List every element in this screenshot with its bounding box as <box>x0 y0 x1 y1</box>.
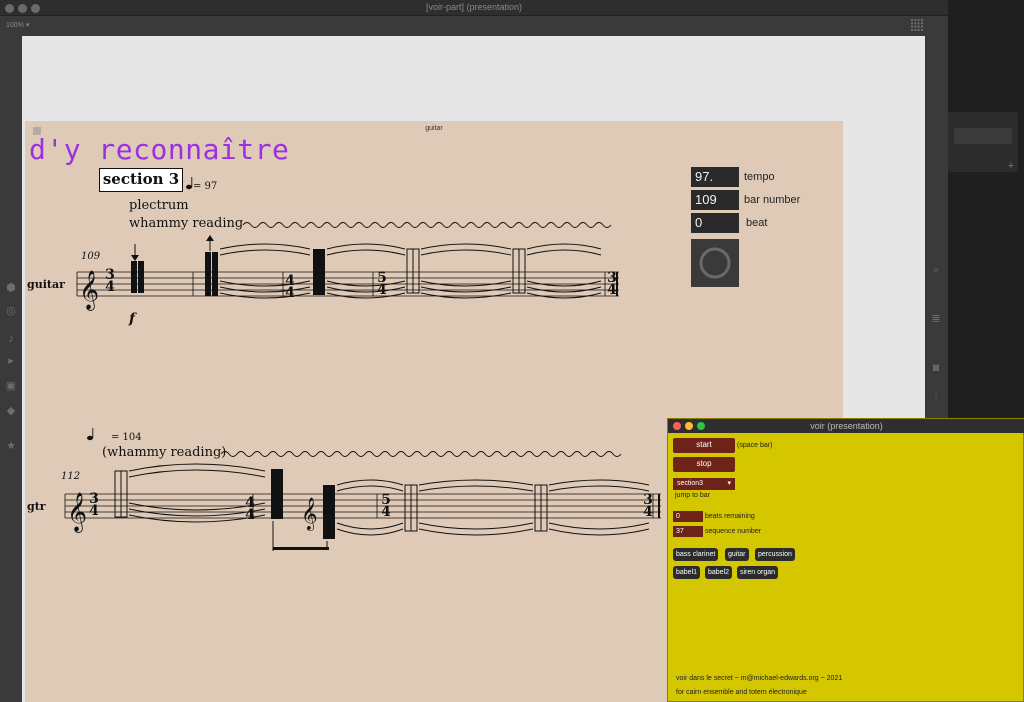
star-icon[interactable]: ★ <box>5 440 17 452</box>
beat-display: 0 <box>691 213 739 233</box>
beats-remaining-display: 0 <box>673 511 703 522</box>
mixer-icon[interactable]: ⫶ <box>930 390 942 402</box>
start-button[interactable]: start <box>673 438 735 453</box>
whammy-wave-2 <box>220 451 622 457</box>
whammy-wave-1 <box>242 222 612 228</box>
bar-number-display: 109 <box>691 190 739 210</box>
part-button-babel1[interactable]: babel1 <box>673 566 701 579</box>
credit-line: voir dans le secret ~ m@michael-edwards.… <box>676 675 843 682</box>
jump-to-bar-label: jump to bar <box>675 492 711 499</box>
stop-button[interactable]: stop <box>673 457 735 472</box>
target-icon[interactable]: ◎ <box>5 305 17 317</box>
treble-clef-icon: 𝄞 <box>79 270 99 311</box>
beats-remaining-label: beats remaining <box>705 513 755 520</box>
treble-clef-icon: 𝄞 <box>301 497 318 531</box>
package-icon[interactable]: ◆ <box>5 405 17 417</box>
object-icon[interactable]: ⬢ <box>5 282 17 294</box>
tempo-mark: = 104 <box>111 432 142 443</box>
time-signature: 34 <box>643 492 653 520</box>
time-signature: 34 <box>89 491 99 519</box>
tempo-display: 97. <box>691 167 739 187</box>
tempo-note-icon <box>186 177 193 190</box>
technique-text: (whammy reading) <box>102 445 227 460</box>
time-signature: 54 <box>377 270 387 298</box>
part-button-percussion[interactable]: percussion <box>755 548 795 561</box>
instrument-name: guitar <box>27 278 65 291</box>
staff-1 <box>76 271 619 297</box>
zoom-menu[interactable]: 100% ▾ <box>6 21 29 29</box>
camera-icon[interactable]: ◙ <box>930 362 942 374</box>
part-button-siren-organ[interactable]: siren organ <box>737 566 779 579</box>
voir-window: voir (presentation) start (space bar) st… <box>667 418 1024 702</box>
part-button-babel2[interactable]: babel2 <box>705 566 733 579</box>
time-signature: 34 <box>607 270 617 298</box>
chevron-down-icon: ▾ <box>727 480 731 487</box>
time-signature: 44 <box>285 273 295 301</box>
section-dropdown-value: section3 <box>677 480 704 487</box>
main-titlebar: [voir-part] (presentation) <box>0 0 948 16</box>
grid-icon[interactable] <box>911 19 923 31</box>
add-icon[interactable]: + <box>1004 160 1018 172</box>
part-button-bass-clarinet[interactable]: bass clarinet <box>673 548 719 561</box>
left-sidebar <box>0 36 22 702</box>
tempo-mark: = 97 <box>193 181 218 192</box>
voir-titlebar: voir (presentation) <box>668 419 1024 433</box>
instrument-name: gtr <box>27 500 46 513</box>
time-signature: 34 <box>105 267 115 295</box>
credit-line: for cairn ensemble and totem électroniqu… <box>676 689 807 696</box>
time-signature: 54 <box>381 492 391 520</box>
dynamic-mark: f <box>129 311 136 327</box>
list-icon[interactable]: ≣ <box>930 313 942 325</box>
tempo-note-icon <box>87 428 94 441</box>
beat-label: beat <box>746 217 768 229</box>
toolbar: 100% ▾ <box>0 16 948 36</box>
search-icon[interactable]: ⌕ <box>930 264 942 276</box>
part-button-guitar[interactable]: guitar <box>725 548 749 561</box>
bar-number: 109 <box>81 251 101 262</box>
beat-indicator <box>691 239 739 287</box>
play-bracket-icon[interactable]: ▸ <box>5 355 17 367</box>
voir-window-title: voir (presentation) <box>810 421 883 431</box>
window-title: [voir-part] (presentation) <box>425 2 523 12</box>
time-signature: 44 <box>245 495 255 523</box>
start-hint: (space bar) <box>737 442 773 449</box>
treble-clef-icon: 𝄞 <box>67 492 87 533</box>
bar-number-label: bar number <box>744 194 801 206</box>
tempo-label: tempo <box>744 171 775 183</box>
ring-icon <box>699 247 731 279</box>
music-note-icon[interactable]: ♪ <box>5 333 17 345</box>
technique-text: plectrum <box>129 198 189 213</box>
image-icon[interactable]: ▣ <box>5 380 17 392</box>
technique-text: whammy reading <box>129 216 244 231</box>
sequence-number-display: 37 <box>673 526 703 537</box>
staff-2 <box>64 493 661 519</box>
bar-number: 112 <box>61 471 81 482</box>
background-app-field <box>954 128 1012 144</box>
sequence-number-label: sequence number <box>705 528 762 535</box>
section-dropdown[interactable]: section3 ▾ <box>673 478 735 490</box>
